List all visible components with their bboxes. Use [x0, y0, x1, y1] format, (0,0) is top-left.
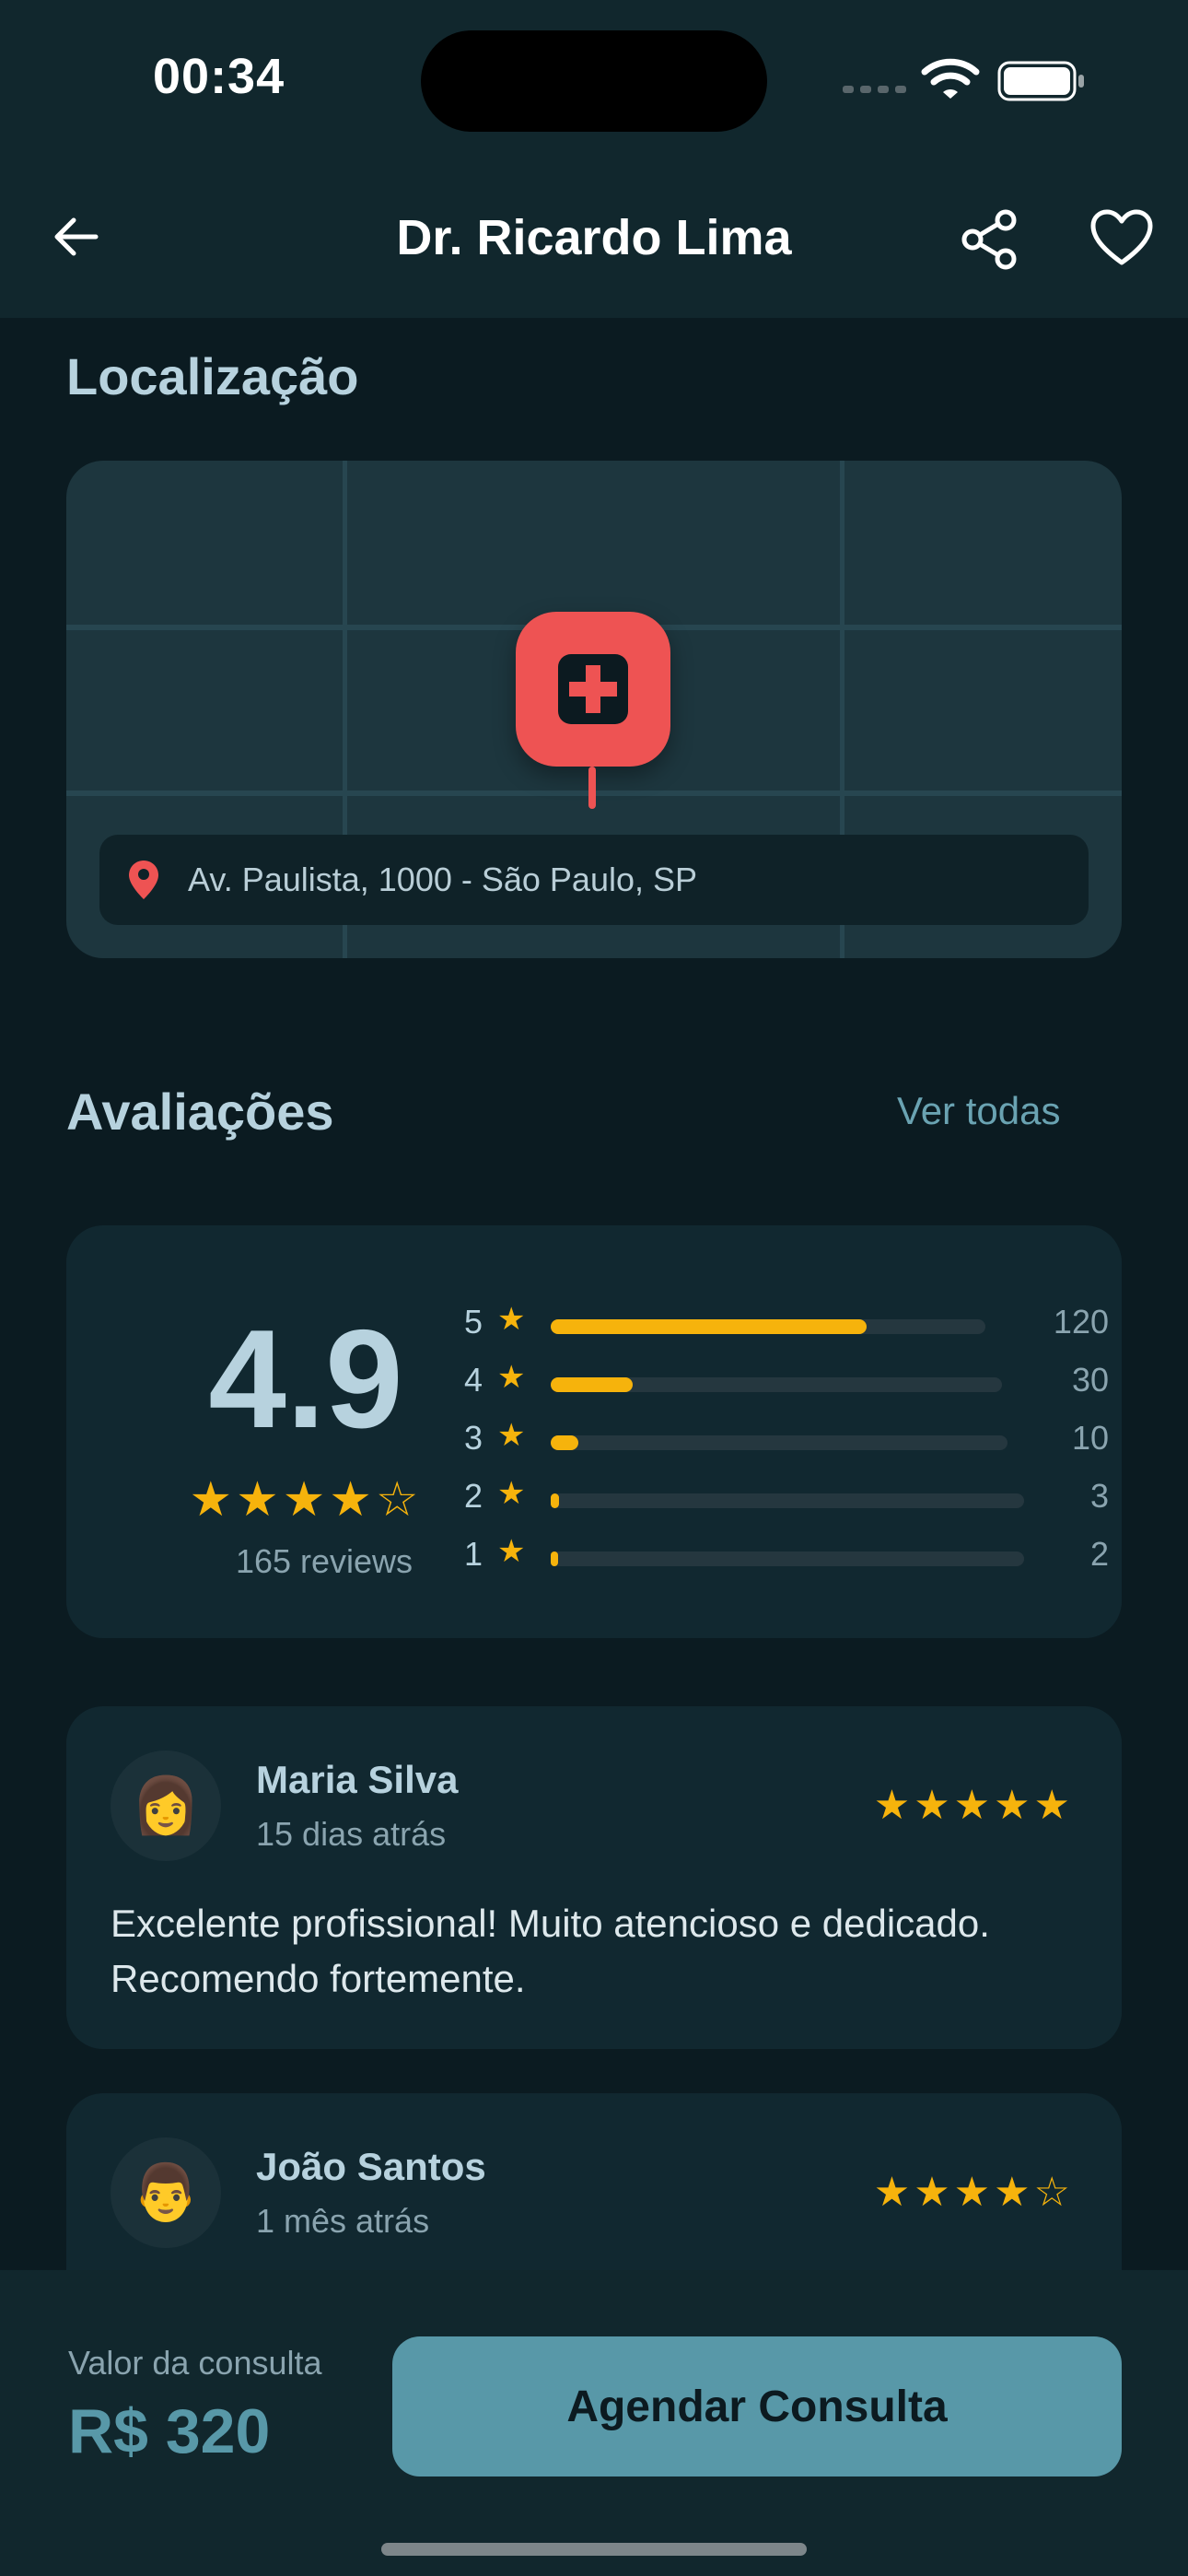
review-card: 👩 Maria Silva 15 dias atrás ★★★★★ Excele…	[66, 1706, 1122, 2049]
star-icon: ★	[497, 1360, 526, 1395]
booking-bar: Valor da consulta R$ 320 Agendar Consult…	[0, 2270, 1188, 2576]
book-appointment-button[interactable]: Agendar Consulta	[392, 2336, 1122, 2476]
heart-icon[interactable]	[1089, 209, 1154, 268]
rating-bar-track	[551, 1435, 1007, 1450]
star-icon: ★	[497, 1302, 526, 1337]
average-rating-stars: ★★★★☆	[189, 1473, 423, 1527]
rating-summary-card: 4.9 ★★★★☆ 165 reviews 5 ★ 120 4 ★ 30 3 ★…	[66, 1225, 1122, 1638]
rating-bar-fill	[551, 1551, 558, 1566]
status-bar: 00:34	[0, 0, 1188, 161]
location-section-title: Localização	[66, 347, 359, 405]
star-icon: ★	[497, 1418, 526, 1453]
address-bar: Av. Paulista, 1000 - São Paulo, SP	[99, 835, 1089, 925]
rating-bar-stars: 5	[464, 1303, 483, 1341]
rating-bar-count: 10	[1071, 1419, 1109, 1457]
see-all-reviews-link[interactable]: Ver todas	[897, 1089, 1060, 1133]
cellular-signal-icon	[843, 86, 906, 93]
rating-bar-count: 30	[1071, 1361, 1109, 1399]
medical-cross-icon	[558, 654, 628, 724]
address-text: Av. Paulista, 1000 - São Paulo, SP	[188, 861, 698, 898]
reviewer-name: Maria Silva	[256, 1758, 459, 1801]
rating-bar-fill	[551, 1377, 634, 1392]
star-icon: ★	[497, 1476, 526, 1511]
clinic-pin-icon[interactable]	[516, 612, 670, 767]
review-time: 15 dias atrás	[256, 1815, 447, 1853]
rating-bar-count: 120	[1053, 1303, 1109, 1341]
rating-bar-row: 3 ★ 10	[464, 1415, 1109, 1461]
rating-bar-row: 4 ★ 30	[464, 1357, 1109, 1403]
rating-bar-track	[551, 1319, 985, 1334]
location-pin-icon	[129, 861, 158, 899]
rating-bar-track	[551, 1493, 1024, 1508]
status-time: 00:34	[153, 49, 285, 104]
rating-bar-row: 5 ★ 120	[464, 1299, 1109, 1345]
review-stars: ★★★★☆	[873, 2170, 1074, 2215]
dynamic-island	[421, 30, 767, 132]
review-text: Excelente profissional! Muito atencioso …	[111, 1902, 990, 2000]
rating-bar-stars: 3	[464, 1419, 483, 1457]
pin-stem	[588, 767, 596, 809]
price-label: Valor da consulta	[68, 2344, 322, 2382]
rating-bar-fill	[551, 1319, 868, 1334]
rating-bar-track	[551, 1377, 1002, 1392]
avatar: 👩	[111, 1751, 221, 1861]
review-stars: ★★★★★	[873, 1783, 1074, 1828]
rating-bar-track	[551, 1551, 1024, 1566]
price-value: R$ 320	[68, 2396, 271, 2466]
rating-bar-stars: 2	[464, 1477, 483, 1515]
rating-bar-count: 3	[1089, 1477, 1109, 1515]
battery-icon	[997, 61, 1084, 101]
star-icon: ★	[497, 1534, 526, 1569]
location-map[interactable]: Av. Paulista, 1000 - São Paulo, SP	[66, 461, 1122, 958]
rating-bar-fill	[551, 1435, 579, 1450]
rating-bar-stars: 4	[464, 1361, 483, 1399]
share-icon[interactable]	[958, 207, 1022, 272]
rating-bar-count: 2	[1089, 1535, 1109, 1573]
reviewer-name: João Santos	[256, 2145, 486, 2188]
average-rating: 4.9	[208, 1301, 403, 1458]
nav-bar: Dr. Ricardo Lima	[0, 161, 1188, 318]
rating-bar-stars: 1	[464, 1535, 483, 1573]
review-time: 1 mês atrás	[256, 2202, 430, 2240]
rating-bar-row: 2 ★ 3	[464, 1473, 1109, 1519]
rating-bar-row: 1 ★ 2	[464, 1531, 1109, 1577]
wifi-icon	[921, 58, 980, 99]
home-indicator	[381, 2543, 807, 2556]
reviews-section-title: Avaliações	[66, 1083, 334, 1141]
avatar: 👨	[111, 2137, 221, 2248]
rating-bar-fill	[551, 1493, 560, 1508]
